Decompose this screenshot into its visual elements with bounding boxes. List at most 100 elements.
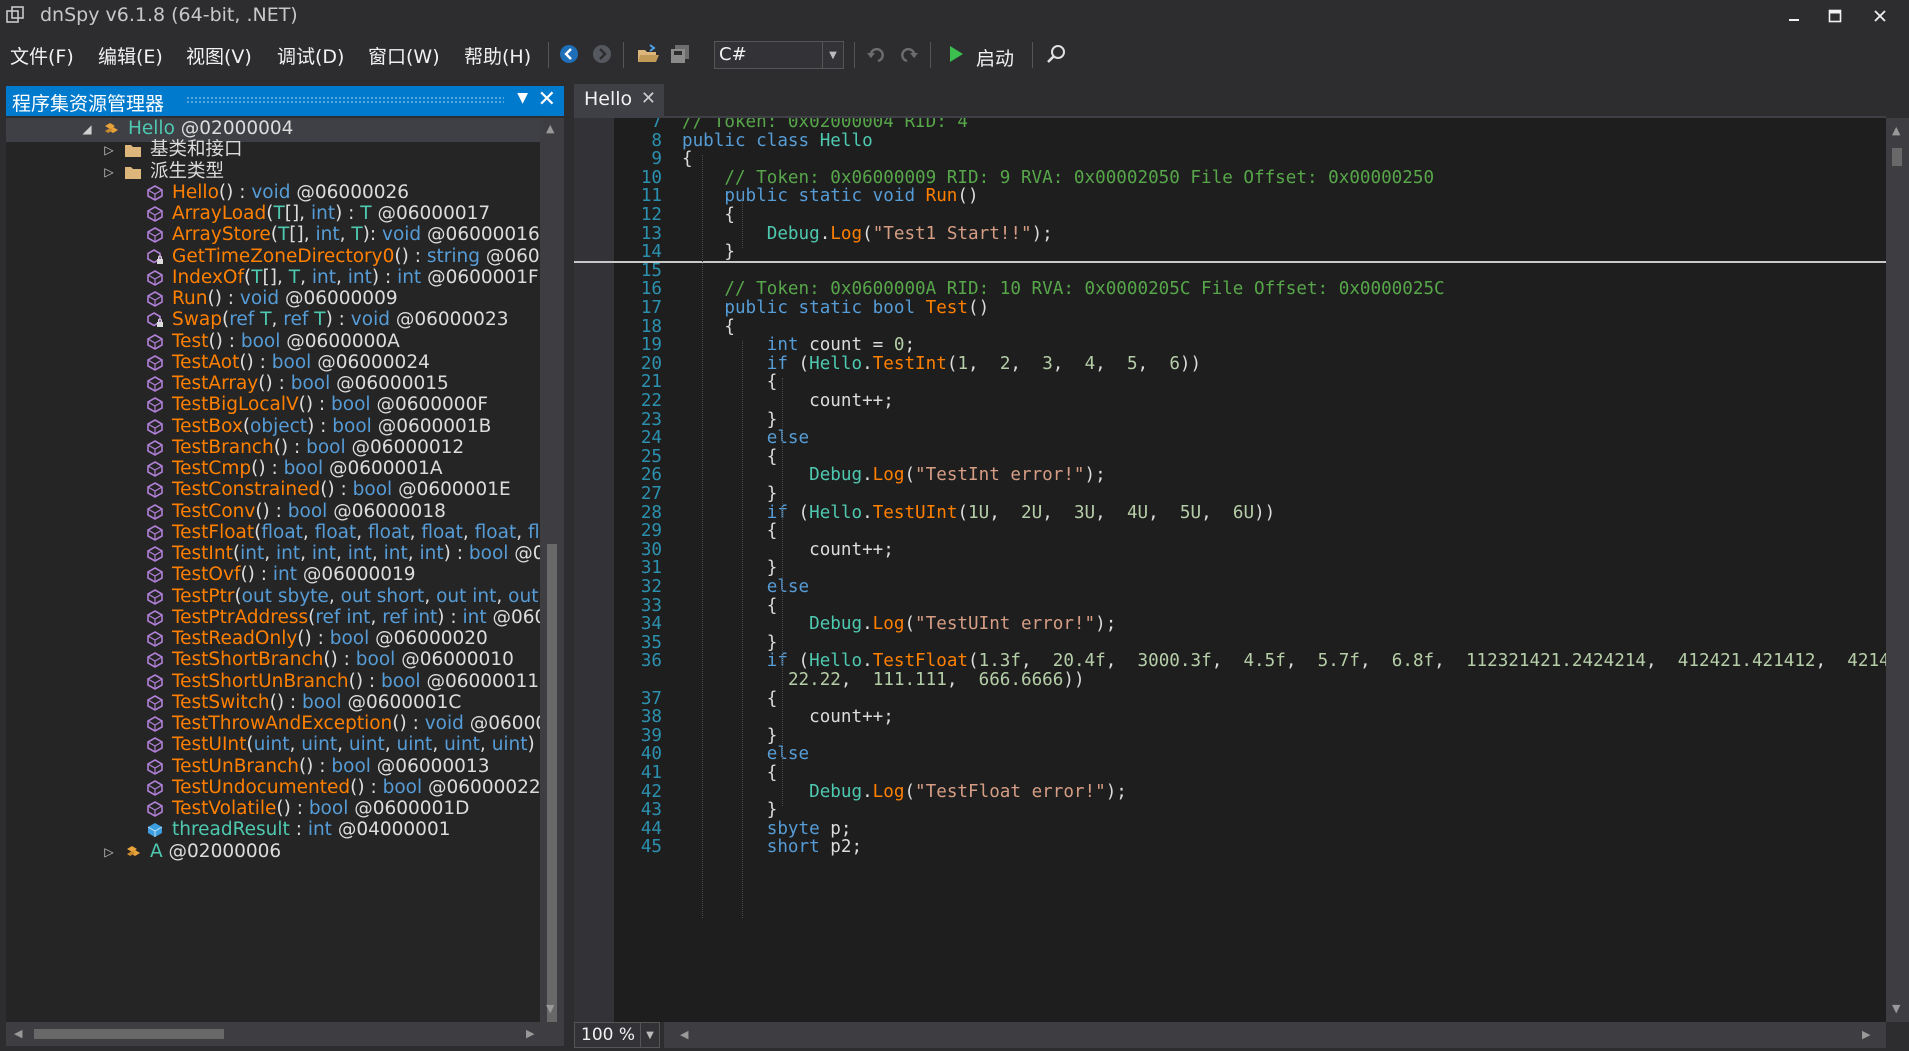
method-icon [147, 376, 163, 392]
scroll-up-icon[interactable]: ▲ [546, 122, 554, 135]
scroll-thumb[interactable] [547, 544, 557, 1024]
editor-horizontal-scrollbar[interactable]: ◀ ▶ [664, 1022, 1886, 1048]
undo-button[interactable] [864, 42, 888, 66]
scroll-thumb[interactable] [34, 1029, 224, 1039]
line-number: 35 [640, 632, 662, 653]
line-number: 36 [640, 651, 662, 672]
tree-vertical-scrollbar[interactable]: ▲ ▼ [540, 118, 564, 1024]
scroll-up-icon[interactable]: ▲ [1892, 124, 1900, 137]
code-line[interactable]: } [682, 410, 778, 430]
menu-edit[interactable]: 编辑(E) [98, 42, 163, 69]
code-line[interactable]: { [682, 205, 735, 225]
code-line[interactable]: public static void Run() [682, 186, 978, 206]
save-all-button[interactable] [668, 42, 692, 66]
scroll-down-icon[interactable]: ▼ [1892, 1002, 1900, 1015]
line-number: 27 [640, 484, 662, 504]
code-line[interactable]: { [682, 521, 778, 541]
code-line[interactable]: Debug.Log("TestInt error!"); [682, 465, 1106, 485]
code-line[interactable]: if (Hello.TestFloat(1.3f, 20.4f, 3000.3f… [682, 651, 1886, 671]
menu-help[interactable]: 帮助(H) [464, 42, 531, 69]
code-line[interactable]: count++; [682, 391, 894, 411]
maximize-button[interactable] [1812, 0, 1858, 32]
menu-window[interactable]: 窗口(W) [368, 42, 440, 69]
editor-vertical-scrollbar[interactable]: ▲ ▼ [1886, 118, 1909, 1022]
line-number: 20 [640, 353, 662, 374]
code-editor[interactable]: 7// Token: 0x02000004 RID: 4 8 public clas… [574, 118, 1886, 1022]
tree-item[interactable]: ▷ A @02000006 [6, 839, 540, 865]
line-number: 28 [640, 502, 662, 523]
menu-view[interactable]: 视图(V) [186, 42, 252, 69]
back-button[interactable] [557, 42, 581, 66]
code-line[interactable]: public class Hello [682, 131, 873, 151]
scroll-down-icon[interactable]: ▼ [546, 1002, 554, 1015]
collapsed-arrow-icon[interactable]: ▷ [102, 839, 116, 865]
scroll-thumb[interactable] [1892, 148, 1902, 166]
code-line[interactable]: } [682, 726, 778, 746]
redo-button[interactable] [897, 42, 921, 66]
code-line[interactable]: short p2; [682, 837, 862, 857]
back-arrow-icon [560, 45, 578, 63]
line-number: 18 [640, 316, 662, 337]
code-line[interactable]: // Token: 0x06000009 RID: 9 RVA: 0x00002… [682, 168, 1434, 188]
line-number: 11 [640, 186, 662, 207]
scroll-left-icon[interactable]: ◀ [680, 1028, 688, 1041]
tree-horizontal-scrollbar[interactable]: ◀ ▶ [6, 1022, 564, 1046]
close-window-button[interactable] [1857, 0, 1903, 32]
code-line[interactable]: count++; [682, 540, 894, 560]
method-icon [147, 439, 163, 456]
code-line[interactable]: Debug.Log("Test1 Start!!"); [682, 224, 1053, 244]
panel-close-icon[interactable]: ✕ [538, 87, 556, 112]
code-line[interactable]: count++; [682, 707, 894, 727]
minimize-button[interactable] [1771, 0, 1817, 32]
code-line[interactable]: { [682, 317, 735, 337]
scroll-left-icon[interactable]: ◀ [14, 1027, 22, 1040]
code-line[interactable]: { [682, 372, 778, 392]
start-label[interactable]: 启动 [976, 44, 1014, 71]
code-line[interactable]: } [682, 633, 778, 653]
method-icon [147, 184, 163, 201]
title-bar: dnSpy v6.1.8 (64-bit, .NET) [0, 0, 1909, 32]
code-line[interactable]: Debug.Log("TestFloat error!"); [682, 782, 1127, 802]
menu-debug[interactable]: 调试(D) [277, 42, 344, 69]
scroll-right-icon[interactable]: ▶ [526, 1027, 534, 1040]
undo-icon [867, 47, 884, 63]
code-line[interactable]: public static bool Test() [682, 298, 989, 318]
code-line[interactable]: if (Hello.TestInt(1, 2, 3, 4, 5, 6)) [682, 354, 1201, 374]
code-line[interactable]: { [682, 689, 778, 709]
line-number: 16 [640, 279, 662, 300]
method-icon [147, 673, 163, 690]
forward-button[interactable] [590, 42, 614, 66]
forward-arrow-icon [593, 45, 611, 63]
search-button[interactable] [1044, 42, 1068, 66]
code-line[interactable]: // Token: 0x0600000A RID: 10 RVA: 0x0000… [682, 279, 1444, 299]
tab-hello[interactable]: Hello ✕ [574, 84, 664, 116]
private-method-icon [147, 248, 163, 264]
scroll-right-icon[interactable]: ▶ [1862, 1028, 1870, 1041]
code-line[interactable]: { [682, 763, 778, 783]
code-line[interactable]: } [682, 800, 778, 820]
code-line[interactable]: } [682, 558, 778, 578]
method-icon [147, 206, 163, 222]
language-select[interactable]: C# ▼ [714, 41, 844, 69]
code-line[interactable]: { [682, 447, 778, 467]
code-line[interactable]: sbyte p; [682, 819, 852, 839]
menu-file[interactable]: 文件(F) [10, 42, 74, 69]
folder-icon [125, 145, 141, 158]
code-line[interactable]: { [682, 149, 693, 169]
indent-guide [702, 155, 703, 918]
code-line[interactable]: Debug.Log("TestUInt error!"); [682, 614, 1116, 634]
method-icon [147, 482, 163, 499]
tab-close-icon[interactable]: ✕ [641, 88, 656, 109]
panel-dropdown-icon[interactable]: ▼ [517, 90, 528, 106]
code-line[interactable]: int count = 0; [682, 335, 915, 355]
line-number: 38 [640, 707, 662, 728]
code-line[interactable]: } [682, 484, 778, 504]
open-button[interactable] [636, 42, 660, 66]
code-line[interactable]: { [682, 596, 778, 616]
code-line[interactable]: if (Hello.TestUInt(1U, 2U, 3U, 4U, 5U, 6… [682, 503, 1276, 523]
class-icon [105, 123, 118, 133]
method-icon [147, 652, 163, 669]
zoom-select[interactable]: 100 % ▼ [574, 1022, 660, 1048]
start-debug-button[interactable] [944, 42, 968, 66]
code-line[interactable]: } [682, 242, 735, 262]
